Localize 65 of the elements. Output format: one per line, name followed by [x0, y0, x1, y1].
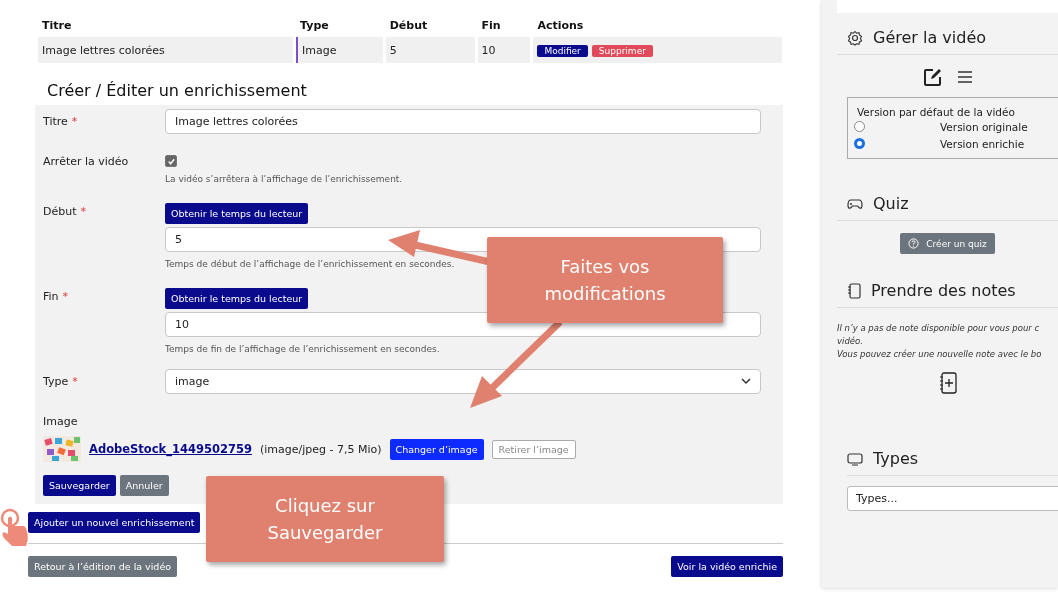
notebook-icon	[847, 282, 861, 299]
checkbox[interactable]	[165, 155, 177, 167]
radio-button[interactable]	[854, 121, 865, 132]
required-mark: *	[72, 375, 78, 388]
field-label: Début	[43, 205, 77, 218]
save-button[interactable]: Sauvegarder	[43, 475, 116, 496]
section-title: Prendre des notes	[871, 281, 1016, 300]
table-cell: Image	[296, 37, 383, 63]
monitor-icon	[847, 451, 863, 466]
required-mark: *	[71, 115, 78, 128]
field-label: Arrêter la vidéo	[43, 155, 129, 168]
radio-label: Version enrichie	[940, 137, 1025, 150]
gamepad-icon	[847, 196, 863, 211]
cancel-button[interactable]: Annuler	[119, 475, 169, 496]
radio-button[interactable]	[854, 138, 865, 149]
radio-label: Version originale	[940, 120, 1028, 133]
table-cell: 10	[477, 37, 531, 63]
column-header: Type	[299, 18, 330, 34]
menu-icon[interactable]	[956, 70, 973, 84]
section-title: Quiz	[873, 194, 909, 213]
notes-text: Vous pouvez créer une nouvelle note avec le bo	[837, 347, 1043, 361]
help-text: La vidéo s’arrêtera à l’affichage de l’enrichissement.	[165, 174, 403, 184]
column-header: Titre	[41, 18, 73, 34]
view-video-button[interactable]: Voir la vidéo enrichie	[671, 556, 783, 577]
create-quiz-button[interactable]: Créer un quiz	[900, 233, 995, 254]
column-header: Fin	[480, 18, 502, 34]
column-header: Début	[388, 18, 429, 34]
field-label: Titre	[43, 115, 68, 128]
callout-tooltip: Cliquez sur Sauvegarder	[206, 476, 444, 562]
help-icon	[908, 238, 920, 249]
chevron-icon	[741, 378, 751, 385]
types-input[interactable]: Types...	[847, 486, 1058, 512]
title-input[interactable]: Image lettres colorées	[165, 109, 761, 134]
notes-text: Il n’y a pas de note disponible pour vous pour c	[837, 322, 1041, 335]
add-note-icon[interactable]	[938, 372, 957, 395]
table-cell: Image lettres colorées	[38, 37, 294, 63]
section-title: Types	[873, 449, 919, 469]
column-header: Actions	[536, 18, 585, 34]
help-text: Temps de fin de l’affichage de l’enrichissement en secondes.	[165, 344, 440, 354]
settings-icon	[847, 29, 863, 46]
type-select[interactable]: image	[165, 369, 761, 394]
delete-button[interactable]: Supprimer	[591, 44, 653, 57]
player-time-button[interactable]: Obtenir le temps du lecteur	[165, 288, 309, 309]
back-button[interactable]: Retour à l’édition de la vidéo	[28, 556, 178, 577]
change-image-button[interactable]: Changer d’image	[389, 438, 484, 460]
form-title: Créer / Éditer un enrichissement	[47, 81, 308, 100]
section-title: Gérer la vidéo	[873, 28, 986, 47]
required-mark: *	[62, 290, 69, 303]
remove-image-button[interactable]: Retirer l’image	[491, 439, 576, 459]
field-label: Fin	[43, 290, 59, 303]
player-time-button[interactable]: Obtenir le temps du lecteur	[165, 203, 309, 224]
file-info: (image/jpeg - 7,5 Mio)	[260, 442, 382, 456]
tap-hand-icon	[0, 508, 30, 548]
file-link[interactable]: AdobeStock_1449502759	[89, 442, 252, 456]
edit-button[interactable]: Modifier	[537, 44, 588, 57]
fieldset-legend: Version par défaut de la vidéo	[857, 106, 1058, 118]
callout-tooltip: Faites vos modifications	[487, 237, 723, 323]
table-cell: 5	[385, 37, 475, 63]
required-mark: *	[80, 205, 86, 218]
field-label: Image	[43, 415, 78, 428]
help-text: Temps de début de l’affichage de l’enrichissement en secondes.	[165, 259, 455, 269]
notes-text: vidéo.	[837, 334, 864, 348]
field-label: Type	[43, 375, 69, 388]
add-enrichment-button[interactable]: Ajouter un nouvel enrichissement	[28, 512, 201, 533]
edit-icon[interactable]	[922, 67, 943, 87]
